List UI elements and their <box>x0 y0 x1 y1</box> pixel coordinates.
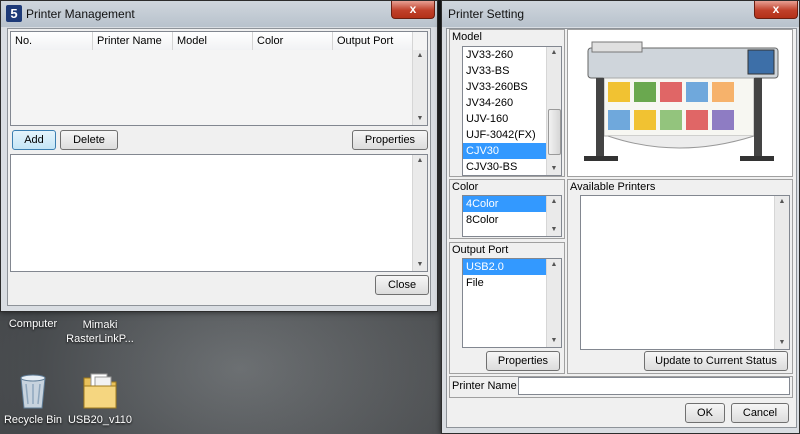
scroll-up-icon[interactable]: ▲ <box>547 259 561 271</box>
scroll-down-icon[interactable]: ▼ <box>547 224 561 236</box>
number-5-app-icon: 5 <box>6 5 22 22</box>
scroll-thumb[interactable] <box>548 109 561 155</box>
details-textbox[interactable]: ▲ ▼ <box>10 154 428 272</box>
color-scrollbar[interactable]: ▲ ▼ <box>546 196 561 236</box>
available-printers-label: Available Printers <box>570 181 656 193</box>
recycle-bin-icon <box>20 374 46 409</box>
scroll-up-icon[interactable]: ▲ <box>547 47 561 59</box>
close-icon: x <box>772 2 780 16</box>
close-window-button[interactable]: x <box>391 1 435 19</box>
printer-name-row: Printer Name <box>449 376 793 398</box>
printer-name-input[interactable] <box>518 377 790 395</box>
close-button[interactable]: Close <box>375 275 429 295</box>
details-scrollbar[interactable]: ▲ ▼ <box>412 155 427 271</box>
available-printers-listbox[interactable]: ▲ ▼ <box>580 195 790 350</box>
scroll-down-icon[interactable]: ▼ <box>547 335 561 347</box>
scroll-up-icon[interactable]: ▲ <box>413 50 427 62</box>
desktop-icon-label: Computer <box>8 318 58 330</box>
desktop-icon-computer[interactable]: Computer <box>2 318 64 330</box>
color-panel: Color 4Color 8Color ▲ ▼ <box>449 179 565 239</box>
desktop-icon-recycle-bin[interactable]: Recycle Bin <box>2 370 64 426</box>
window-title: Printer Management <box>26 7 135 21</box>
column-header-color[interactable]: Color <box>253 32 333 50</box>
scroll-up-icon[interactable]: ▲ <box>547 196 561 208</box>
close-icon: x <box>409 2 417 16</box>
scroll-up-icon[interactable]: ▲ <box>775 196 789 208</box>
available-printers-panel: Available Printers ▲ ▼ Update to Current… <box>567 179 793 374</box>
column-header-output-port[interactable]: Output Port <box>333 32 413 50</box>
titlebar[interactable]: Printer Setting x <box>442 1 799 27</box>
model-scrollbar[interactable]: ▲ ▼ <box>546 47 561 175</box>
properties-button[interactable]: Properties <box>352 130 428 150</box>
model-label: Model <box>452 31 482 43</box>
printer-management-window: 5 Printer Management x No. Printer Name … <box>0 0 438 312</box>
scroll-down-icon[interactable]: ▼ <box>413 259 427 271</box>
scroll-down-icon[interactable]: ▼ <box>413 113 427 125</box>
available-printers-scrollbar[interactable]: ▲ ▼ <box>774 196 789 349</box>
folder-icon <box>83 373 117 409</box>
desktop-icon-label: Mimaki RasterLinkP... <box>66 319 134 345</box>
cancel-button[interactable]: Cancel <box>731 403 789 423</box>
close-window-button[interactable]: x <box>754 1 798 19</box>
column-header-printer-name[interactable]: Printer Name <box>93 32 173 50</box>
model-listbox[interactable]: JV33-260 JV33-BS JV33-260BS JV34-260 UJV… <box>462 46 562 176</box>
window-title: Printer Setting <box>448 7 525 21</box>
desktop-icon-rasterlink[interactable]: Mimaki RasterLinkP... <box>66 318 134 346</box>
desktop-icon-label: Recycle Bin <box>3 414 63 426</box>
scroll-up-icon[interactable]: ▲ <box>413 155 427 167</box>
list-scrollbar[interactable]: ▲ ▼ <box>412 50 427 125</box>
delete-button[interactable]: Delete <box>60 130 118 150</box>
client-area: Model JV33-260 JV33-BS JV33-260BS JV34-2… <box>446 28 797 428</box>
printer-image <box>584 41 779 161</box>
scroll-down-icon[interactable]: ▼ <box>775 337 789 349</box>
output-port-label: Output Port <box>452 244 509 256</box>
column-header-no[interactable]: No. <box>11 32 93 50</box>
titlebar[interactable]: 5 Printer Management x <box>1 1 437 27</box>
add-button[interactable]: Add <box>12 130 56 150</box>
port-scrollbar[interactable]: ▲ ▼ <box>546 259 561 347</box>
desktop-icon-label: USB20_v110 <box>67 414 132 426</box>
column-header-model[interactable]: Model <box>173 32 253 50</box>
model-panel: Model JV33-260 JV33-BS JV33-260BS JV34-2… <box>449 29 565 177</box>
printer-image-panel <box>567 29 793 177</box>
printer-name-label: Printer Name <box>452 380 517 392</box>
ok-button[interactable]: OK <box>685 403 725 423</box>
scroll-down-icon[interactable]: ▼ <box>547 163 561 175</box>
color-listbox[interactable]: 4Color 8Color ▲ ▼ <box>462 195 562 237</box>
port-properties-button[interactable]: Properties <box>486 351 560 371</box>
printer-list-view[interactable]: No. Printer Name Model Color Output Port… <box>10 31 428 126</box>
output-port-listbox[interactable]: USB2.0 File ▲ ▼ <box>462 258 562 348</box>
update-status-button[interactable]: Update to Current Status <box>644 351 788 371</box>
output-port-panel: Output Port USB2.0 File ▲ ▼ Properties <box>449 242 565 374</box>
desktop-icon-usb20-folder[interactable]: USB20_v110 <box>66 370 134 426</box>
client-area: No. Printer Name Model Color Output Port… <box>7 28 431 306</box>
printer-setting-window: Printer Setting x Model JV33-260 JV33-BS… <box>441 0 800 434</box>
color-label: Color <box>452 181 479 193</box>
